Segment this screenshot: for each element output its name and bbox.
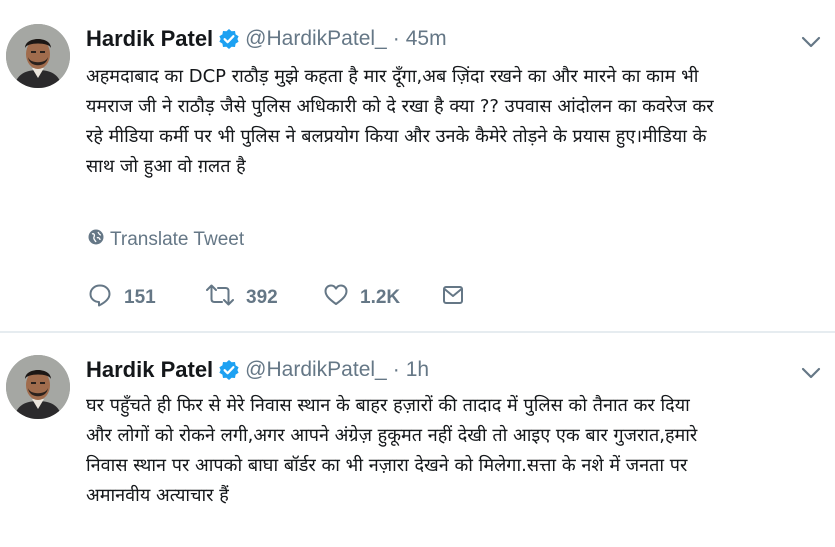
- retweet-count: 392: [246, 287, 278, 308]
- chevron-down-icon[interactable]: [801, 365, 821, 379]
- author-name[interactable]: Hardik Patel: [86, 26, 213, 52]
- author-name[interactable]: Hardik Patel: [86, 357, 213, 383]
- translate-tweet-link[interactable]: Translate Tweet: [88, 229, 244, 251]
- tweet-text-line: निवास स्थान पर आपको बाघा बॉर्डर का भी नज…: [86, 455, 688, 476]
- heart-icon: [324, 284, 348, 312]
- like-button[interactable]: 1.2K: [324, 284, 442, 312]
- tweet-timestamp[interactable]: 45m: [406, 27, 447, 51]
- tweet-text-line: यमराज जी ने राठौड़ जैसे पुलिस अधिकारी को…: [86, 96, 714, 117]
- globe-icon: [88, 229, 110, 251]
- like-count: 1.2K: [360, 287, 401, 308]
- retweet-icon: [206, 284, 234, 312]
- tweet-feed: Hardik Patel @HardikPatel_ · 45m अहमदाबा…: [0, 0, 835, 547]
- tweet-text: अहमदाबाद का DCP राठौड़ मुझे कहता है मार …: [86, 62, 826, 182]
- author-handle[interactable]: @HardikPatel_: [245, 27, 387, 51]
- chevron-down-icon[interactable]: [801, 34, 821, 48]
- tweet-header: Hardik Patel @HardikPatel_ · 1h: [86, 355, 429, 385]
- direct-message-icon: [442, 284, 464, 312]
- reply-button[interactable]: 151: [88, 283, 206, 313]
- retweet-button[interactable]: 392: [206, 284, 324, 312]
- avatar[interactable]: [6, 355, 70, 419]
- direct-message-button[interactable]: [442, 284, 464, 312]
- tweet-header: Hardik Patel @HardikPatel_ · 45m: [86, 24, 447, 54]
- tweet-text-line: घर पहुँचते ही फिर से मेरे निवास स्थान के…: [86, 395, 690, 416]
- tweet-text-line: साथ जो हुआ वो ग़लत है: [86, 156, 246, 177]
- tweet-text-line: रहे मीडिया कर्मी पर भी पुलिस ने बलप्रयोग…: [86, 126, 707, 147]
- verified-badge-icon: [219, 29, 239, 49]
- tweet-timestamp[interactable]: 1h: [406, 358, 429, 382]
- separator-dot: ·: [392, 27, 400, 50]
- tweet[interactable]: Hardik Patel @HardikPatel_ · 1h घर पहुँच…: [0, 333, 835, 547]
- translate-label: Translate Tweet: [110, 229, 245, 250]
- tweet-actions: 151 392 1.2K: [88, 283, 464, 313]
- reply-count: 151: [124, 287, 156, 308]
- author-handle[interactable]: @HardikPatel_: [245, 358, 387, 382]
- avatar[interactable]: [6, 24, 70, 88]
- tweet[interactable]: Hardik Patel @HardikPatel_ · 45m अहमदाबा…: [0, 0, 835, 332]
- tweet-text-line: अमानवीय अत्याचार हैं: [86, 485, 229, 506]
- tweet-text-line: और लोगों को रोकने लगी,अगर आपने अंग्रेज़ …: [86, 425, 698, 446]
- tweet-text: घर पहुँचते ही फिर से मेरे निवास स्थान के…: [86, 391, 826, 511]
- reply-icon: [88, 283, 112, 313]
- verified-badge-icon: [219, 360, 239, 380]
- tweet-text-line: अहमदाबाद का DCP राठौड़ मुझे कहता है मार …: [86, 66, 699, 87]
- separator-dot: ·: [392, 358, 400, 381]
